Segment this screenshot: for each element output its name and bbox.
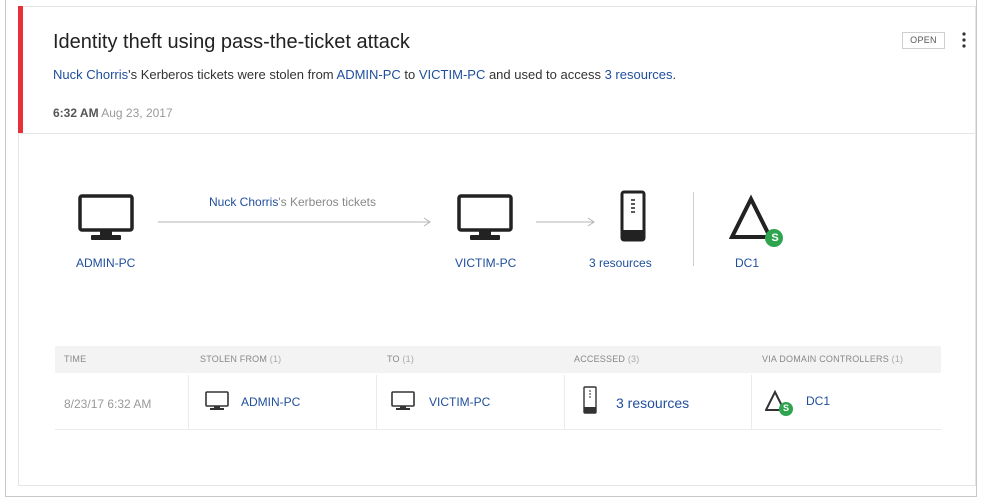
dc-badge: S	[771, 232, 779, 244]
resources-link[interactable]: 3 resources	[605, 67, 673, 82]
row-to-link[interactable]: VICTIM-PC	[429, 395, 490, 409]
alert-timestamp: 6:32 AM Aug 23, 2017	[53, 106, 173, 120]
alert-date: Aug 23, 2017	[101, 106, 173, 120]
user-link[interactable]: Nuck Chorris	[53, 67, 128, 82]
row-stolen-from-link[interactable]: ADMIN-PC	[241, 395, 300, 409]
alert-title: Identity theft using pass-the-ticket att…	[53, 31, 410, 53]
resources-server-icon[interactable]	[620, 190, 646, 247]
flow-arrow-2	[536, 214, 598, 232]
desc-text-3: and used to access	[485, 67, 605, 82]
th-via-domain-controllers: VIA DOMAIN CONTROLLERS (1)	[762, 354, 904, 364]
computer-icon	[205, 391, 229, 416]
severity-bar	[18, 6, 23, 133]
target-computer-icon[interactable]	[457, 194, 513, 247]
th-to: TO (1)	[387, 354, 415, 364]
cell-divider	[376, 375, 377, 430]
row-dc-badge: S	[782, 403, 789, 413]
target-computer-link[interactable]: VICTIM-PC	[419, 67, 485, 82]
cell-divider	[751, 375, 752, 430]
row-via-link[interactable]: DC1	[806, 394, 830, 408]
th-stolen-from: STOLEN FROM (1)	[200, 354, 282, 364]
more-options-icon[interactable]	[958, 28, 970, 52]
domain-controller-label[interactable]: DC1	[735, 256, 759, 270]
desc-text-2: to	[400, 67, 419, 82]
desc-text-4: .	[672, 67, 677, 82]
th-accessed: ACCESSED (3)	[574, 354, 640, 364]
alert-time: 6:32 AM	[53, 106, 99, 120]
target-computer-label[interactable]: VICTIM-PC	[455, 256, 516, 270]
flow-arrow-1	[158, 214, 434, 232]
flow-divider	[693, 192, 694, 266]
desc-text-1: 's Kerberos tickets were stolen from	[128, 67, 337, 82]
alert-description: Nuck Chorris's Kerberos tickets were sto…	[53, 67, 676, 82]
cell-divider	[564, 375, 565, 430]
source-computer-icon[interactable]	[78, 194, 134, 247]
cell-divider	[188, 375, 189, 430]
source-computer-link[interactable]: ADMIN-PC	[337, 67, 401, 82]
resources-label[interactable]: 3 resources	[589, 256, 652, 270]
th-time: TIME	[64, 354, 87, 364]
row-time: 8/23/17 6:32 AM	[64, 397, 152, 411]
flow-arrow-text: 's Kerberos tickets	[278, 195, 377, 209]
computer-icon	[391, 391, 415, 416]
table-row-border	[55, 429, 941, 430]
header-divider	[18, 133, 976, 134]
row-accessed-link[interactable]: 3 resources	[616, 395, 689, 411]
source-computer-label[interactable]: ADMIN-PC	[76, 256, 135, 270]
status-button[interactable]: OPEN	[902, 32, 945, 49]
server-icon	[583, 386, 597, 419]
flow-user-link[interactable]: Nuck Chorris	[209, 195, 278, 209]
flow-arrow-label: Nuck Chorris's Kerberos tickets	[209, 195, 376, 209]
domain-controller-icon[interactable]	[728, 194, 787, 255]
